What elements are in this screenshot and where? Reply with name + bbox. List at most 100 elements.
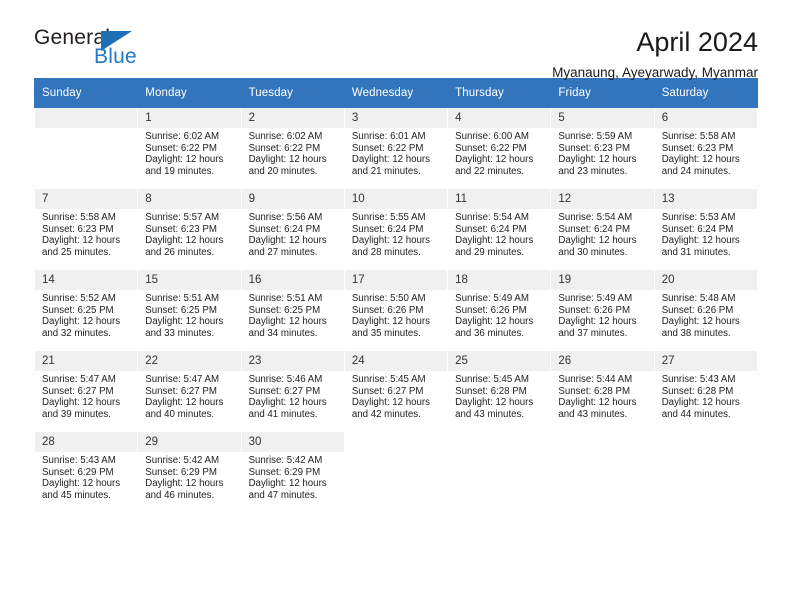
- day-details: Sunrise: 6:02 AM Sunset: 6:22 PM Daylight:…: [242, 128, 344, 177]
- sunrise-text: Sunrise: 6:02 AM: [248, 131, 323, 142]
- daylight-text-line2: and 44 minutes.: [661, 408, 731, 420]
- day-number: 20: [654, 270, 757, 290]
- day-number: 13: [654, 189, 757, 209]
- calendar-day-cell[interactable]: 16 Sunrise: 5:51 AM Sunset: 6:25 PM Dayligh…: [240, 269, 345, 351]
- calendar-day-cell[interactable]: 24 Sunrise: 5:45 AM Sunset: 6:27 PM Dayligh…: [343, 350, 449, 432]
- weekday-header-saturday: Saturday: [653, 78, 759, 108]
- calendar-day-cell[interactable]: 26 Sunrise: 5:44 AM Sunset: 6:28 PM Dayligh…: [550, 350, 655, 432]
- sunset-text: Sunset: 6:29 PM: [248, 466, 321, 478]
- weekday-header-sunday: Sunday: [33, 78, 139, 108]
- day-details: Sunrise: 6:00 AM Sunset: 6:22 PM Daylight:…: [448, 128, 550, 177]
- sunset-text: Sunset: 6:23 PM: [661, 142, 734, 154]
- calendar-day-cell[interactable]: 18 Sunrise: 5:49 AM Sunset: 6:26 PM Dayligh…: [447, 269, 552, 351]
- calendar-day-cell[interactable]: 5 Sunrise: 5:59 AM Sunset: 6:23 PM Daylight…: [550, 107, 655, 189]
- day-details: Sunrise: 5:54 AM Sunset: 6:24 PM Daylight:…: [448, 209, 550, 258]
- daylight-text-line2: and 35 minutes.: [351, 327, 421, 339]
- sunset-text: Sunset: 6:23 PM: [42, 223, 114, 235]
- calendar-day-cell[interactable]: 29 Sunrise: 5:42 AM Sunset: 6:29 PM Dayligh…: [137, 431, 242, 513]
- weekday-header-thursday: Thursday: [447, 78, 552, 108]
- brand-logo[interactable]: General Blue: [34, 26, 164, 70]
- calendar-day-cell[interactable]: 12 Sunrise: 5:54 AM Sunset: 6:24 PM Dayligh…: [550, 188, 655, 270]
- daylight-text-line1: Daylight: 12 hours: [42, 397, 121, 409]
- sunset-text: Sunset: 6:22 PM: [248, 142, 321, 154]
- day-number: 27: [654, 351, 757, 371]
- sunrise-text: Sunrise: 5:59 AM: [558, 131, 633, 142]
- calendar-day-cell[interactable]: 25 Sunrise: 5:45 AM Sunset: 6:28 PM Dayligh…: [447, 350, 552, 432]
- daylight-text-line2: and 28 minutes.: [351, 246, 421, 258]
- daylight-text-line2: and 47 minutes.: [248, 489, 318, 501]
- calendar-day-cell[interactable]: 4 Sunrise: 6:00 AM Sunset: 6:22 PM Daylight…: [447, 107, 552, 189]
- calendar-day-cell[interactable]: 17 Sunrise: 5:50 AM Sunset: 6:26 PM Dayligh…: [343, 269, 449, 351]
- daylight-text-line1: Daylight: 12 hours: [455, 316, 534, 328]
- daylight-text-line2: and 27 minutes.: [248, 246, 318, 258]
- sunrise-text: Sunrise: 5:50 AM: [351, 293, 426, 304]
- sunrise-text: Sunrise: 5:48 AM: [661, 293, 736, 304]
- day-details: Sunrise: 5:58 AM Sunset: 6:23 PM Daylight:…: [655, 128, 757, 177]
- daylight-text-line1: Daylight: 12 hours: [661, 316, 740, 328]
- calendar-day-cell[interactable]: 9 Sunrise: 5:56 AM Sunset: 6:24 PM Daylight…: [240, 188, 345, 270]
- calendar-day-cell[interactable]: 19 Sunrise: 5:49 AM Sunset: 6:26 PM Dayligh…: [550, 269, 655, 351]
- calendar-day-cell[interactable]: 1 Sunrise: 6:02 AM Sunset: 6:22 PM Daylight…: [137, 107, 242, 189]
- calendar-day-cell[interactable]: 23 Sunrise: 5:46 AM Sunset: 6:27 PM Dayligh…: [240, 350, 345, 432]
- day-number: 15: [138, 270, 241, 290]
- daylight-text-line2: and 32 minutes.: [42, 327, 111, 339]
- page-header: General Blue April 2024 Myanaung, Ayeyar…: [34, 0, 758, 80]
- day-details: Sunrise: 5:54 AM Sunset: 6:24 PM Daylight:…: [551, 209, 653, 258]
- sunrise-text: Sunrise: 5:54 AM: [558, 212, 633, 223]
- daylight-text-line2: and 30 minutes.: [558, 246, 628, 258]
- calendar-day-cell[interactable]: [33, 107, 139, 189]
- calendar-week-row: 1 Sunrise: 6:02 AM Sunset: 6:22 PM Daylight…: [33, 107, 759, 189]
- day-number: 28: [35, 432, 138, 452]
- calendar-day-cell[interactable]: 15 Sunrise: 5:51 AM Sunset: 6:25 PM Dayligh…: [137, 269, 242, 351]
- calendar-day-cell[interactable]: 14 Sunrise: 5:52 AM Sunset: 6:25 PM Dayligh…: [33, 269, 139, 351]
- day-number: 14: [35, 270, 138, 290]
- calendar-day-cell[interactable]: 28 Sunrise: 5:43 AM Sunset: 6:29 PM Dayligh…: [33, 431, 139, 513]
- daylight-text-line2: and 19 minutes.: [145, 165, 215, 177]
- sunset-text: Sunset: 6:29 PM: [145, 466, 217, 478]
- daylight-text-line2: and 26 minutes.: [145, 246, 215, 258]
- sunrise-text: Sunrise: 5:46 AM: [248, 374, 323, 385]
- sunset-text: Sunset: 6:24 PM: [248, 223, 321, 235]
- sunrise-text: Sunrise: 5:55 AM: [351, 212, 426, 223]
- calendar-day-cell[interactable]: 13 Sunrise: 5:53 AM Sunset: 6:24 PM Dayligh…: [653, 188, 759, 270]
- sunrise-text: Sunrise: 5:44 AM: [558, 374, 633, 385]
- calendar-day-cell[interactable]: 27 Sunrise: 5:43 AM Sunset: 6:28 PM Dayligh…: [653, 350, 759, 432]
- sunrise-text: Sunrise: 5:51 AM: [145, 293, 220, 304]
- day-number: 16: [241, 270, 344, 290]
- day-details: Sunrise: 5:45 AM Sunset: 6:28 PM Daylight:…: [448, 371, 550, 420]
- day-number: 17: [344, 270, 448, 290]
- daylight-text-line1: Daylight: 12 hours: [558, 316, 637, 328]
- daylight-text-line2: and 34 minutes.: [248, 327, 318, 339]
- daylight-text-line1: Daylight: 12 hours: [145, 316, 224, 328]
- daylight-text-line1: Daylight: 12 hours: [455, 154, 534, 166]
- calendar-day-cell[interactable]: 3 Sunrise: 6:01 AM Sunset: 6:22 PM Daylight…: [343, 107, 449, 189]
- day-number: 5: [551, 108, 654, 128]
- calendar-day-cell[interactable]: 8 Sunrise: 5:57 AM Sunset: 6:23 PM Daylight…: [137, 188, 242, 270]
- calendar-day-cell[interactable]: 30 Sunrise: 5:42 AM Sunset: 6:29 PM Dayligh…: [240, 431, 345, 513]
- calendar-day-cell[interactable]: 20 Sunrise: 5:48 AM Sunset: 6:26 PM Dayligh…: [653, 269, 759, 351]
- day-number: 11: [448, 189, 551, 209]
- sunset-text: Sunset: 6:24 PM: [455, 223, 527, 235]
- sunset-text: Sunset: 6:24 PM: [661, 223, 734, 235]
- calendar-day-cell[interactable]: 22 Sunrise: 5:47 AM Sunset: 6:27 PM Dayligh…: [137, 350, 242, 432]
- calendar-day-cell[interactable]: 11 Sunrise: 5:54 AM Sunset: 6:24 PM Dayligh…: [447, 188, 552, 270]
- calendar-day-cell[interactable]: 10 Sunrise: 5:55 AM Sunset: 6:24 PM Dayligh…: [343, 188, 449, 270]
- daylight-text-line1: Daylight: 12 hours: [558, 235, 637, 247]
- day-number: 9: [241, 189, 344, 209]
- sunset-text: Sunset: 6:28 PM: [661, 385, 734, 397]
- sunset-text: Sunset: 6:29 PM: [42, 466, 114, 478]
- calendar-day-cell[interactable]: 2 Sunrise: 6:02 AM Sunset: 6:22 PM Daylight…: [240, 107, 345, 189]
- calendar-day-cell[interactable]: 21 Sunrise: 5:47 AM Sunset: 6:27 PM Dayligh…: [33, 350, 139, 432]
- daylight-text-line1: Daylight: 12 hours: [558, 397, 637, 409]
- daylight-text-line1: Daylight: 12 hours: [42, 235, 121, 247]
- sunrise-text: Sunrise: 5:42 AM: [145, 455, 220, 466]
- daylight-text-line2: and 42 minutes.: [351, 408, 421, 420]
- daylight-text-line2: and 23 minutes.: [558, 165, 628, 177]
- sunrise-text: Sunrise: 6:00 AM: [455, 131, 529, 142]
- sunrise-text: Sunrise: 6:02 AM: [145, 131, 220, 142]
- calendar-day-cell[interactable]: 7 Sunrise: 5:58 AM Sunset: 6:23 PM Daylight…: [33, 188, 139, 270]
- daylight-text-line2: and 40 minutes.: [145, 408, 215, 420]
- calendar-day-cell[interactable]: 6 Sunrise: 5:58 AM Sunset: 6:23 PM Daylight…: [653, 107, 759, 189]
- daylight-text-line1: Daylight: 12 hours: [145, 154, 224, 166]
- day-number: 18: [448, 270, 551, 290]
